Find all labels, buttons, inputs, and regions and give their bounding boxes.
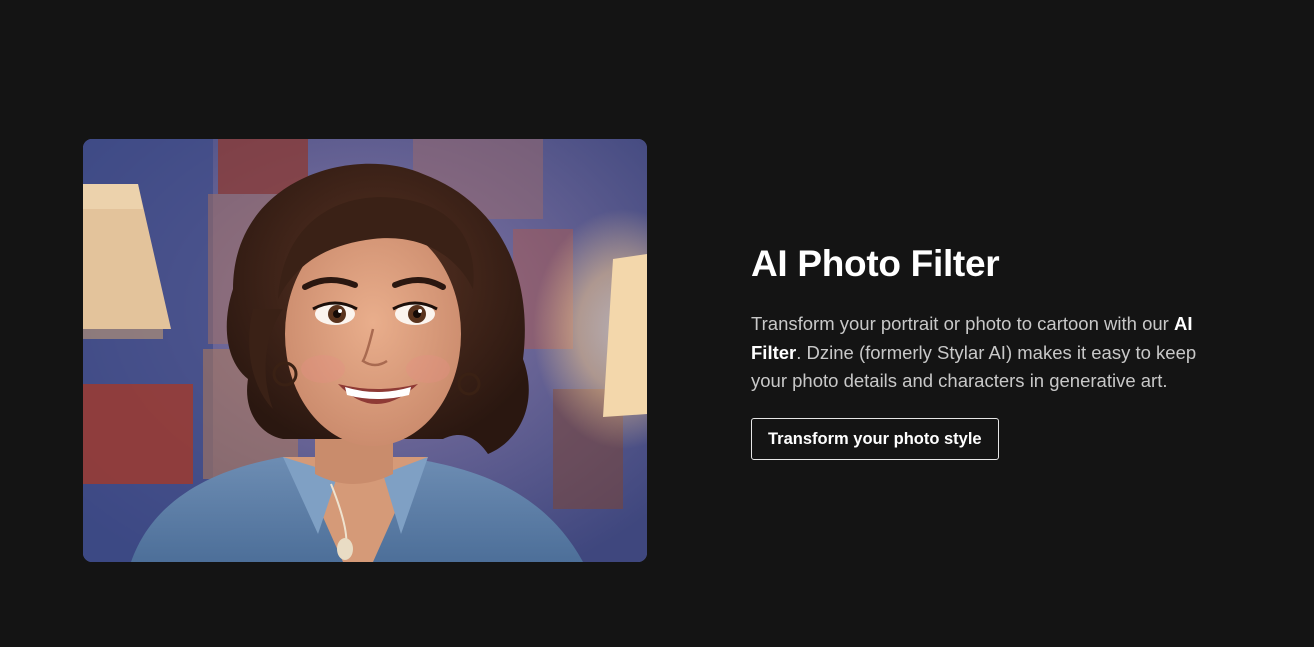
feature-title: AI Photo Filter (751, 243, 1000, 284)
description-text-start: Transform your portrait or photo to cart… (751, 313, 1174, 334)
feature-description: Transform your portrait or photo to cart… (751, 310, 1229, 396)
description-text-end: . Dzine (formerly Stylar AI) makes it ea… (751, 341, 1197, 392)
feature-section: AI Photo Filter Transform your portrait … (0, 0, 1314, 647)
transform-photo-style-button[interactable]: Transform your photo style (751, 417, 999, 460)
cartoon-portrait-image (83, 139, 647, 562)
feature-content: AI Photo Filter Transform your portrait … (751, 240, 1231, 460)
